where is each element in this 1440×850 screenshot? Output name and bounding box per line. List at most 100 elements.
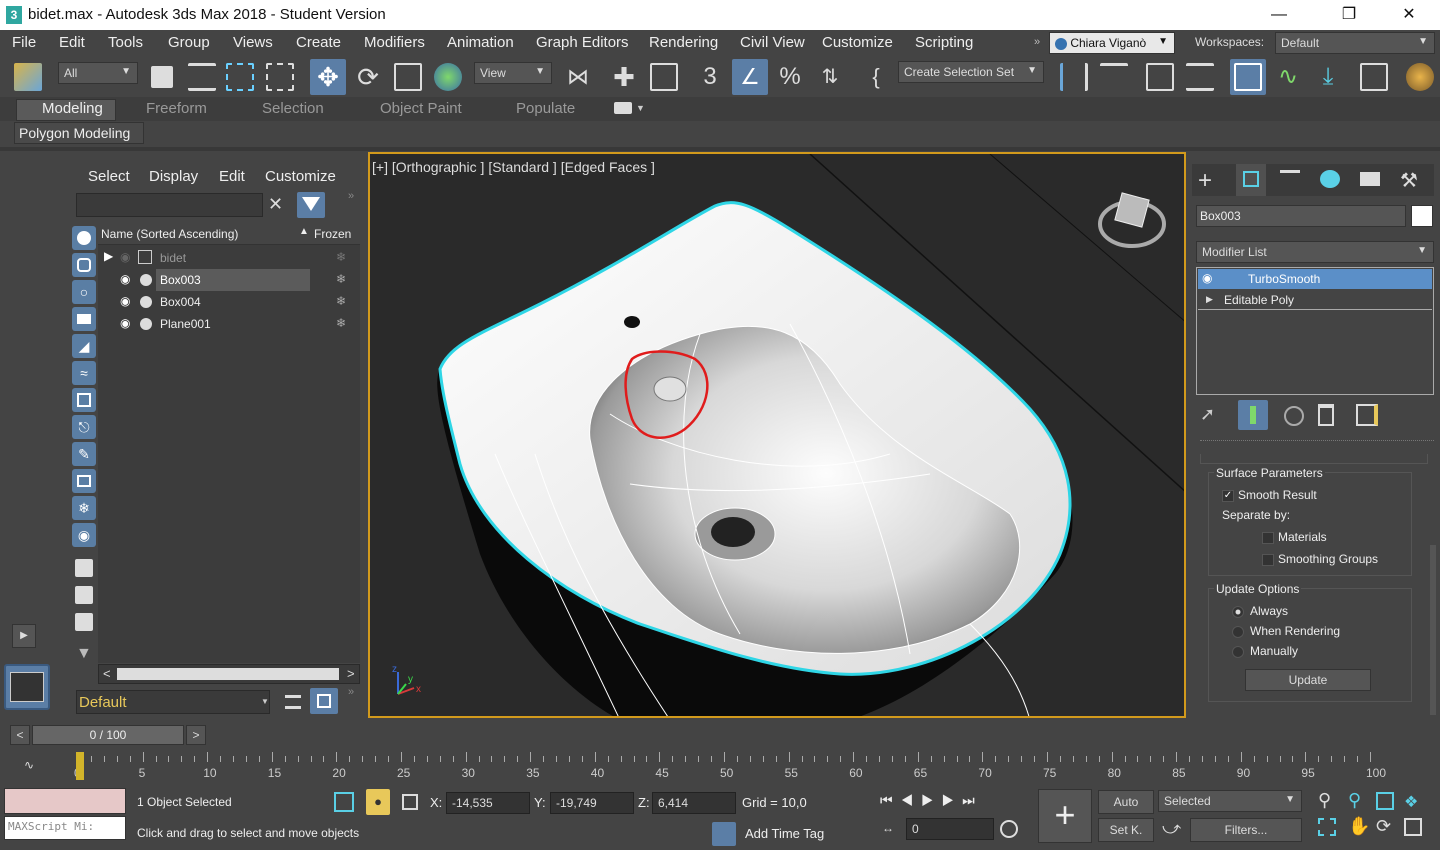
scene-explorer-mode-button[interactable] (310, 688, 338, 714)
always-radio[interactable]: Always (1232, 604, 1288, 618)
previous-frame-icon[interactable]: ◀ (901, 792, 922, 808)
menu-civil-view[interactable]: Civil View (740, 34, 805, 51)
modify-tab[interactable] (1236, 164, 1266, 196)
viewcube[interactable] (1098, 192, 1166, 248)
display-containers-toggle[interactable] (72, 469, 96, 493)
scene-explorer-toggle-button[interactable] (1142, 59, 1178, 95)
tab-freeform[interactable]: Freeform (146, 100, 207, 117)
current-frame-field[interactable]: 0 (906, 818, 994, 840)
hierarchy-tab-icon[interactable] (1280, 170, 1300, 188)
place-button[interactable] (430, 59, 466, 95)
expand-icon[interactable]: » (348, 686, 354, 698)
selection-filter-dropdown[interactable]: All ▼ (58, 62, 138, 84)
selection-set-dropdown[interactable]: Create Selection Set ▼ (898, 61, 1044, 83)
filters-button[interactable]: Filters... (1190, 818, 1302, 842)
time-slider-next-button[interactable]: > (186, 725, 206, 745)
display-hidden-toggle[interactable]: ◉ (72, 523, 96, 547)
viewport-orthographic[interactable]: z x y [+] [Orthographic ] [Standard ] [E… (368, 152, 1186, 718)
menu-edit[interactable]: Edit (59, 34, 85, 51)
display-spacewarps-toggle[interactable]: ≈ (72, 361, 96, 385)
expand-arrow-icon[interactable]: ▶ (104, 249, 113, 263)
filter-options-icon[interactable]: ▼ (76, 645, 92, 663)
chevron-down-icon[interactable]: ▼ (636, 103, 645, 113)
render-setup-button[interactable] (1402, 59, 1438, 95)
ribbon-toggle-button[interactable] (1230, 59, 1266, 95)
object-color-swatch[interactable] (1411, 205, 1433, 227)
visibility-eye-icon[interactable]: ◉ (120, 316, 130, 330)
menu-group[interactable]: Group (168, 34, 210, 51)
select-object-button[interactable] (144, 59, 180, 95)
filter-button[interactable] (297, 192, 325, 218)
menu-scripting[interactable]: Scripting (915, 34, 973, 51)
menu-file[interactable]: File (12, 34, 36, 51)
visibility-eye-icon[interactable]: ◉ (120, 294, 130, 308)
curve-editor-mini-icon[interactable]: ∿ (24, 758, 34, 772)
absolute-mode-icon[interactable] (402, 794, 418, 810)
menu-customize[interactable]: Customize (822, 34, 893, 51)
update-button[interactable]: Update (1245, 669, 1371, 691)
stack-item-editable-poly[interactable]: ▶ Editable Poly (1198, 290, 1432, 310)
maxscript-listener-pink[interactable] (4, 788, 126, 814)
explorer-menu-select[interactable]: Select (88, 168, 130, 185)
layer-explorer-icon[interactable] (280, 690, 306, 714)
reference-coord-dropdown[interactable]: View ▼ (474, 62, 552, 84)
curve-editor-button[interactable]: ∿ (1270, 59, 1306, 95)
freeze-snowflake-icon[interactable]: ❄ (336, 316, 346, 330)
spinner-snap-button[interactable]: ⇅ (812, 59, 848, 95)
layer-dropdown[interactable]: Default ▼ (76, 690, 270, 714)
lock-selection-button[interactable]: ● (366, 789, 390, 815)
scrollbar-thumb[interactable] (117, 668, 339, 680)
schematic-view-button[interactable]: ⤓ (1310, 59, 1346, 95)
pan-hand-icon[interactable]: ✋ (1348, 816, 1370, 837)
freeze-snowflake-icon[interactable]: ❄ (336, 250, 346, 264)
explorer-horizontal-scrollbar[interactable]: < > (98, 664, 360, 684)
time-config-icon[interactable] (1000, 820, 1018, 838)
expand-panel-button[interactable]: ▶ (12, 624, 36, 648)
play-icon[interactable]: ▶ (921, 792, 942, 808)
pin-stack-icon[interactable]: ➚ (1200, 404, 1224, 428)
restore-button[interactable]: ❐ (1326, 0, 1372, 30)
create-tab-icon[interactable]: + (1198, 167, 1212, 195)
set-key-mode-button[interactable]: Set K. (1098, 818, 1154, 842)
angle-snap-button[interactable]: ∠ (732, 59, 768, 95)
column-header-name[interactable]: Name (Sorted Ascending) (101, 227, 238, 241)
workspace-dropdown[interactable]: Default ▼ (1275, 32, 1435, 54)
z-coordinate-field[interactable]: 6,414 (652, 792, 736, 814)
trash-icon[interactable] (1318, 404, 1334, 426)
stack-item-turbosmooth[interactable]: ◉ TurboSmooth (1198, 269, 1432, 289)
clear-search-icon[interactable]: ✕ (268, 194, 283, 215)
viewport-label[interactable]: [+] [Orthographic ] [Standard ] [Edged F… (372, 159, 655, 175)
select-manipulate-button[interactable]: ✚ (606, 59, 642, 95)
when-rendering-radio[interactable]: When Rendering (1232, 624, 1340, 638)
time-tag-icon[interactable] (712, 822, 736, 846)
expand-arrow-icon[interactable]: ▶ (1206, 294, 1213, 305)
menu-rendering[interactable]: Rendering (649, 34, 718, 51)
edit-named-sets-button[interactable]: { (858, 59, 894, 95)
table-row[interactable]: ◉ Box004 ❄ (98, 291, 360, 313)
menu-tools[interactable]: Tools (108, 34, 143, 51)
snap-toggle-button[interactable]: 3 (692, 59, 728, 95)
time-slider-prev-button[interactable]: < (10, 725, 30, 745)
visibility-eye-icon[interactable]: ◉ (120, 272, 130, 286)
display-tab-icon[interactable] (1360, 172, 1380, 186)
window-crossing-button[interactable] (262, 59, 298, 95)
tab-object-paint[interactable]: Object Paint (380, 100, 462, 117)
rectangle-selection-button[interactable] (222, 59, 258, 95)
zoom-all-icon[interactable]: ⚲ (1348, 790, 1361, 811)
time-slider[interactable]: 0 / 100 (32, 725, 184, 745)
table-row[interactable]: ◉ Plane001 ❄ (98, 313, 360, 335)
field-of-view-icon[interactable] (1318, 818, 1336, 836)
rotate-button[interactable]: ⟳ (350, 59, 386, 95)
eye-icon[interactable]: ◉ (1202, 271, 1212, 285)
menu-overflow-icon[interactable]: » (1034, 36, 1040, 48)
motion-tab-icon[interactable] (1320, 170, 1340, 188)
y-coordinate-field[interactable]: -19,749 (550, 792, 634, 814)
zoom-extents-icon[interactable] (1376, 792, 1394, 810)
select-by-name-button[interactable] (184, 59, 220, 95)
next-frame-icon[interactable]: ▶ (942, 792, 963, 808)
scroll-right-icon[interactable]: > (347, 666, 355, 681)
key-filter-dropdown[interactable]: Selected ▼ (1158, 790, 1302, 812)
smooth-result-checkbox[interactable]: ✓ Smooth Result (1222, 488, 1317, 502)
keyboard-shortcut-button[interactable] (646, 59, 682, 95)
time-marker[interactable] (76, 752, 84, 780)
